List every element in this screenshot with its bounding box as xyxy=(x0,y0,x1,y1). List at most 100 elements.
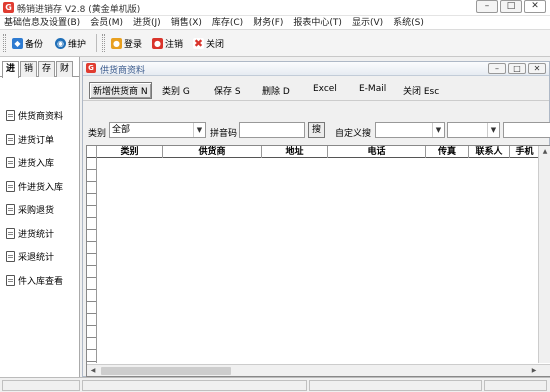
pinyin-input[interactable] xyxy=(239,122,305,138)
vertical-scrollbar[interactable]: ▲ xyxy=(538,146,550,363)
maximize-button[interactable]: □ xyxy=(500,0,522,13)
child-minimize-button[interactable]: – xyxy=(488,63,506,74)
status-panel xyxy=(2,380,80,391)
document-icon xyxy=(6,274,15,286)
window-controls: – □ ✕ xyxy=(476,0,546,14)
category-filter-label: 类别 xyxy=(88,129,107,139)
supplier-grid[interactable]: 类别 供货商 地址 电话 传真 联系人 手机 ▲ ◀ ▶ xyxy=(86,145,550,377)
toolbar-separator xyxy=(96,34,97,52)
chevron-down-icon: ▼ xyxy=(487,123,499,137)
close-button[interactable]: ✖ 关闭 xyxy=(193,36,224,50)
scroll-left-icon[interactable]: ◀ xyxy=(87,365,99,376)
search-button[interactable]: 搜 xyxy=(308,122,325,138)
supplier-window: G 供货商资料 – □ ✕ 新增供货商 N 类别 G 保存 S 删除 D Exc… xyxy=(82,61,550,377)
login-label: 登录 xyxy=(124,39,143,50)
sidebar-item-stock-in-view[interactable]: 件入库查看 xyxy=(0,269,79,293)
custom-value-input[interactable] xyxy=(503,122,550,138)
menu-basic-info[interactable]: 基础信息及设置(B) xyxy=(0,16,85,29)
login-button[interactable]: ● 登录 xyxy=(111,36,142,50)
document-icon xyxy=(6,227,15,239)
custom-search-label: 自定义搜 xyxy=(335,129,372,139)
custom-field-select[interactable]: ▼ xyxy=(375,122,445,138)
document-icon xyxy=(6,133,15,145)
new-supplier-button[interactable]: 新增供货商 N xyxy=(89,82,152,99)
maintain-label: 维护 xyxy=(68,39,87,50)
menu-display[interactable]: 显示(V) xyxy=(347,16,388,29)
menu-member[interactable]: 会员(M) xyxy=(85,16,128,29)
tab-stock[interactable]: 存 xyxy=(38,61,55,77)
scroll-up-icon[interactable]: ▲ xyxy=(539,146,550,158)
tab-purchase[interactable]: 进 xyxy=(2,61,19,78)
logout-icon: ● xyxy=(152,37,163,49)
scroll-right-icon[interactable]: ▶ xyxy=(528,365,540,376)
backup-label: 备份 xyxy=(25,39,44,50)
document-icon xyxy=(6,204,15,216)
close-child-button[interactable]: 关闭 Esc xyxy=(403,84,439,97)
backup-button[interactable]: ◆ 备份 xyxy=(12,36,43,50)
window-title: 畅销进销存 V2.8 (黄金单机版) xyxy=(17,5,141,15)
status-panel xyxy=(484,380,547,391)
menu-reports[interactable]: 报表中心(T) xyxy=(288,16,347,29)
sidebar-item-label: 进货入库 xyxy=(18,159,55,170)
column-header[interactable]: 地址 xyxy=(262,146,328,158)
column-header[interactable]: 电话 xyxy=(328,146,426,158)
sidebar-item-purchase-order[interactable]: 进货订单 xyxy=(0,128,79,152)
sidebar-item-label: 供货商资料 xyxy=(18,112,64,123)
column-header[interactable]: 联系人 xyxy=(469,146,510,158)
sidebar-item-stock-in[interactable]: 进货入库 xyxy=(0,151,79,175)
sidebar-item-label: 采购退货 xyxy=(18,206,55,217)
filter-bar: 类别 全部 ▼ 拼音码 搜 自定义搜 ▼ ▼ xyxy=(83,122,550,142)
login-icon: ● xyxy=(111,37,122,49)
category-select[interactable]: 全部 ▼ xyxy=(109,122,206,138)
app-logo-icon: G xyxy=(86,63,96,73)
category-button[interactable]: 类别 G xyxy=(162,84,190,97)
menu-finance[interactable]: 财务(F) xyxy=(248,16,288,29)
pinyin-label: 拼音码 xyxy=(210,129,238,139)
horizontal-scroll-thumb[interactable] xyxy=(101,367,231,375)
toolbar-grip[interactable] xyxy=(3,34,6,52)
document-icon xyxy=(6,110,15,122)
sidebar-item-purchase-return[interactable]: 采购退货 xyxy=(0,198,79,222)
tab-sales[interactable]: 销 xyxy=(20,61,37,77)
menu-sales[interactable]: 销售(X) xyxy=(166,16,207,29)
email-button[interactable]: E-Mail xyxy=(359,84,386,94)
horizontal-scrollbar[interactable]: ◀ ▶ xyxy=(87,364,550,376)
app-logo-icon: G xyxy=(3,2,14,13)
save-button[interactable]: 保存 S xyxy=(214,84,241,97)
child-close-button[interactable]: ✕ xyxy=(528,63,546,74)
column-header[interactable]: 类别 xyxy=(97,146,163,158)
column-header[interactable]: 手机 xyxy=(510,146,539,158)
category-select-value: 全部 xyxy=(112,125,131,135)
delete-button[interactable]: 删除 D xyxy=(262,84,290,97)
sidebar-tabs: 进 销 存 财 xyxy=(0,57,79,78)
maintain-button[interactable]: ◉ 维护 xyxy=(55,36,86,50)
title-bar: G 畅销进销存 V2.8 (黄金单机版) – □ ✕ xyxy=(0,0,550,16)
status-panel xyxy=(82,380,307,391)
backup-icon: ◆ xyxy=(12,37,23,49)
document-icon xyxy=(6,180,15,192)
column-header[interactable]: 供货商 xyxy=(163,146,262,158)
menu-purchase[interactable]: 进货(J) xyxy=(128,16,166,29)
logout-button[interactable]: ● 注销 xyxy=(152,36,183,50)
sidebar-item-return-stats[interactable]: 采退统计 xyxy=(0,245,79,269)
sidebar-item-supplier-info[interactable]: 供货商资料 xyxy=(0,104,79,128)
custom-operator-select[interactable]: ▼ xyxy=(447,122,500,138)
tab-finance[interactable]: 财 xyxy=(56,61,73,77)
sidebar-item-purchase-stats[interactable]: 进货统计 xyxy=(0,222,79,246)
sidebar-item-label: 件进货入库 xyxy=(18,182,64,193)
child-maximize-button[interactable]: □ xyxy=(508,63,526,74)
grid-header: 类别 供货商 地址 电话 传真 联系人 手机 xyxy=(87,146,539,158)
sidebar: 进 销 存 财 供货商资料 进货订单 进货入库 件进货入库 采购退货 进货统计 … xyxy=(0,57,80,392)
column-header[interactable]: 传真 xyxy=(426,146,469,158)
chevron-down-icon: ▼ xyxy=(432,123,444,137)
minimize-button[interactable]: – xyxy=(476,0,498,13)
excel-button[interactable]: Excel xyxy=(313,84,337,94)
child-window-controls: – □ ✕ xyxy=(488,63,546,74)
logout-label: 注销 xyxy=(165,39,184,50)
toolbar-grip[interactable] xyxy=(102,34,105,52)
close-window-button[interactable]: ✕ xyxy=(524,0,546,13)
menu-inventory[interactable]: 库存(C) xyxy=(207,16,248,29)
chevron-down-icon: ▼ xyxy=(193,123,205,137)
sidebar-item-piece-stock-in[interactable]: 件进货入库 xyxy=(0,175,79,199)
menu-system[interactable]: 系统(S) xyxy=(388,16,429,29)
